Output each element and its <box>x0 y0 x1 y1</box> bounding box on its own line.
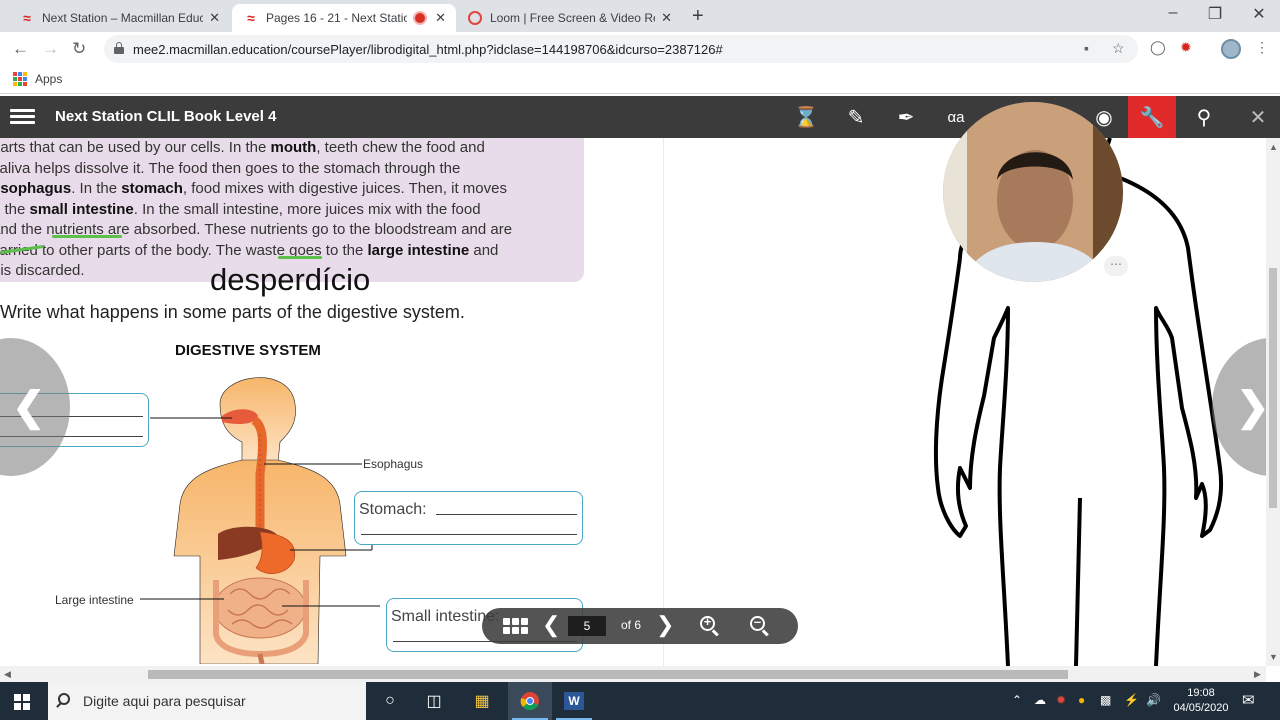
close-tab-icon[interactable]: ✕ <box>209 10 220 26</box>
thumbnails-grid-icon[interactable] <box>503 618 528 634</box>
presenter-video <box>943 102 1123 282</box>
shield-extension-icon[interactable]: ◯ <box>1150 39 1166 56</box>
minimize-button[interactable]: – <box>1150 4 1196 22</box>
profile-avatar[interactable] <box>1221 39 1241 59</box>
new-tab-button[interactable]: + <box>692 5 704 28</box>
address-bar: ← → ↻ mee2.macmillan.education/coursePla… <box>0 32 1280 66</box>
ink-underline <box>278 256 322 259</box>
close-tab-icon[interactable]: ✕ <box>435 10 446 26</box>
stomach-answer-label: Stomach: <box>359 501 427 518</box>
forward-button[interactable]: → <box>42 39 59 59</box>
task-view-icon[interactable]: ◫ <box>412 682 456 720</box>
more-menu-icon[interactable]: ⋮ <box>1255 39 1269 56</box>
esophagus-label: Esophagus <box>363 457 424 471</box>
tab-title: Pages 16 - 21 - Next Station <box>266 11 408 25</box>
chevron-right-icon: ❯ <box>1236 384 1266 430</box>
pager-next-icon[interactable]: ❯ <box>656 612 674 638</box>
diagram-title: DIGESTIVE SYSTEM <box>175 342 321 359</box>
pager-prev-icon[interactable]: ❮ <box>542 612 560 638</box>
taskbar-search-placeholder: Digite aqui para pesquisar <box>83 693 246 709</box>
back-button[interactable]: ← <box>12 39 29 59</box>
tab-strip: ≈ Next Station – Macmillan Educati ✕ ≈ P… <box>0 0 1280 32</box>
large-intestine-label: Large intestine <box>55 593 134 607</box>
chrome-logo <box>520 692 539 711</box>
vertical-scroll-thumb[interactable] <box>1269 268 1277 508</box>
system-clock[interactable]: 19:08 04/05/2020 <box>1166 686 1236 716</box>
loom-icon <box>468 11 482 25</box>
omnibox[interactable]: mee2.macmillan.education/coursePlayer/li… <box>104 35 1138 63</box>
handwritten-annotation: desperdício <box>210 262 371 297</box>
tray-chevron-icon[interactable]: ⌃ <box>1012 693 1022 707</box>
pencil-icon[interactable]: ✎ <box>834 96 878 138</box>
zoom-in-icon[interactable]: + <box>700 614 720 637</box>
page-number-input[interactable]: 5 <box>568 616 606 636</box>
tray-app-icon[interactable]: ✹ <box>1056 693 1066 707</box>
recording-icon <box>415 13 426 23</box>
windows-start-icon[interactable] <box>14 694 30 710</box>
close-icon[interactable]: ✕ <box>1236 96 1280 138</box>
wrench-icon[interactable]: 🔧 <box>1128 96 1176 138</box>
webcam-bubble[interactable] <box>943 102 1123 282</box>
file-explorer-icon[interactable]: ▦ <box>460 682 504 720</box>
url-text: mee2.macmillan.education/coursePlayer/li… <box>133 42 723 57</box>
hamburger-menu-icon[interactable] <box>10 109 35 125</box>
hourglass-icon[interactable]: ⌛ <box>784 96 828 138</box>
clock-date: 04/05/2020 <box>1173 702 1229 714</box>
onedrive-icon[interactable]: ☁ <box>1034 693 1046 707</box>
network-icon[interactable]: ▩ <box>1100 693 1111 707</box>
page-divider <box>663 138 664 666</box>
macmillan-icon: ≈ <box>23 10 31 26</box>
windows-taskbar: Digite aqui para pesquisar ○ ◫ ▦ W ⌃ ☁ ✹… <box>0 682 1280 720</box>
horizontal-scroll-thumb[interactable] <box>148 670 1068 679</box>
book-title: Next Station CLIL Book Level 4 <box>55 108 277 125</box>
clock-time: 19:08 <box>1187 687 1215 699</box>
apps-link[interactable]: Apps <box>35 72 62 86</box>
apps-grid-icon[interactable] <box>13 72 27 86</box>
page-count: of 6 <box>621 618 642 632</box>
word-icon[interactable]: W <box>552 682 596 720</box>
power-icon[interactable]: ⚡ <box>1124 693 1139 707</box>
bookmarks-bar: Apps <box>0 66 1280 94</box>
camera-icon[interactable]: ▪ <box>1084 40 1089 56</box>
stomach-answer-box[interactable]: Stomach: <box>354 491 583 545</box>
reload-button[interactable]: ↻ <box>72 39 86 59</box>
vertical-scrollbar[interactable]: ▲ ▼ <box>1266 138 1280 666</box>
tab-macmillan-education[interactable]: ≈ Next Station – Macmillan Educati ✕ <box>8 4 230 32</box>
horizontal-scrollbar[interactable]: ◀ ▶ <box>0 666 1266 682</box>
close-tab-icon[interactable]: ✕ <box>661 10 672 26</box>
search-icon[interactable]: ⚲ <box>1182 96 1226 138</box>
webcam-more-icon[interactable]: ⋯ <box>1104 256 1128 276</box>
macmillan-icon: ≈ <box>247 10 255 26</box>
zoom-out-icon[interactable]: – <box>750 614 770 637</box>
marker-icon[interactable]: ✒ <box>884 96 928 138</box>
chrome-icon[interactable] <box>508 682 552 720</box>
notifications-icon[interactable]: ✉ <box>1242 691 1255 709</box>
tab-title: Loom | Free Screen & Video Rec <box>490 11 656 25</box>
bookmark-star-icon[interactable]: ☆ <box>1112 40 1125 57</box>
tray-color-icon[interactable]: ● <box>1078 693 1085 707</box>
tab-pages-next-station[interactable]: ≈ Pages 16 - 21 - Next Station ✕ <box>232 4 456 32</box>
cortana-icon[interactable]: ○ <box>368 682 412 720</box>
chevron-left-icon: ❮ <box>12 385 46 429</box>
page-navigator: ❮ 5 of 6 ❯ + – <box>482 608 798 644</box>
tab-loom[interactable]: Loom | Free Screen & Video Rec ✕ <box>458 4 682 32</box>
lock-icon <box>114 42 124 54</box>
close-window-button[interactable]: ✕ <box>1236 4 1280 24</box>
exercise-instruction: Write what happens in some parts of the … <box>0 302 465 322</box>
reading-text: parts that can be used by our cells. In … <box>0 139 513 279</box>
maximize-button[interactable]: ❐ <box>1192 4 1238 24</box>
loom-extension-icon[interactable]: ✹ <box>1180 39 1192 56</box>
volume-icon[interactable]: 🔊 <box>1146 693 1161 707</box>
taskbar-search-box[interactable]: Digite aqui para pesquisar <box>48 682 366 720</box>
ink-underline <box>52 235 122 238</box>
tab-title: Next Station – Macmillan Educati <box>42 11 204 25</box>
